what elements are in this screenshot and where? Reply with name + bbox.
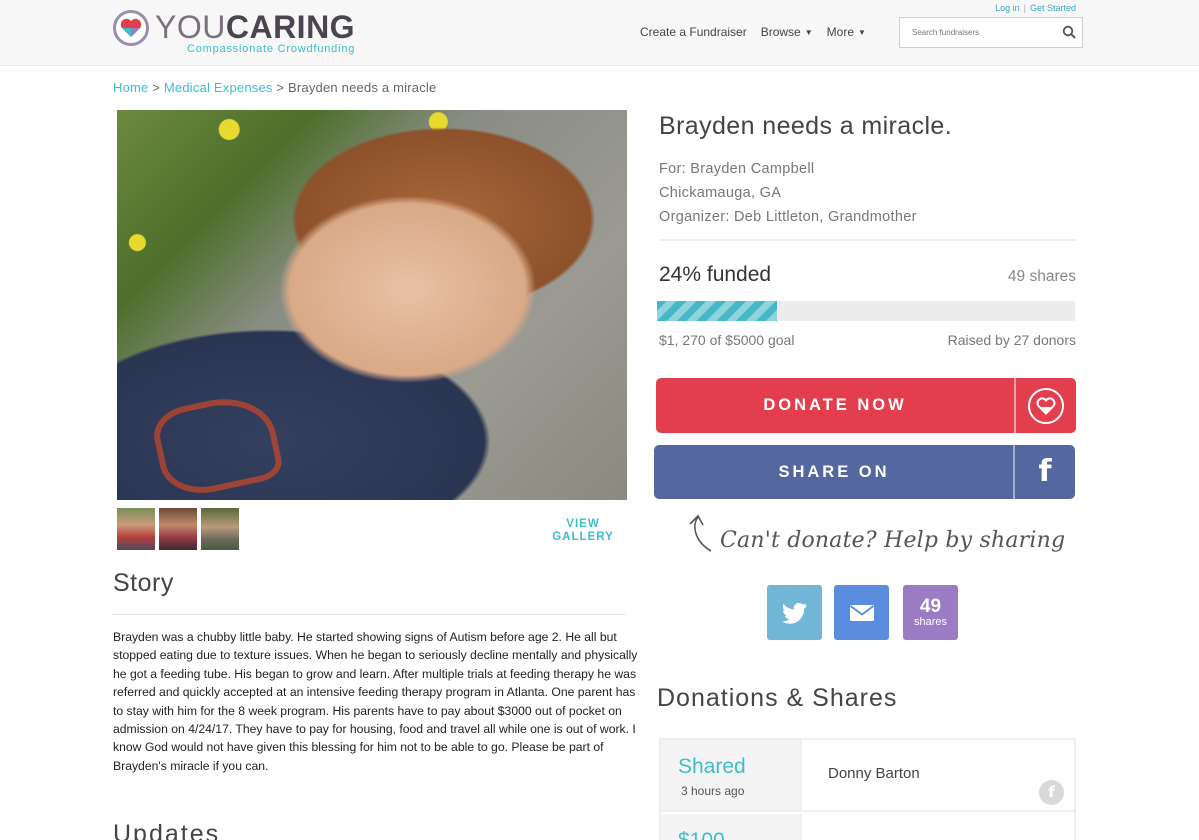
donations-heading: Donations & Shares <box>657 684 898 712</box>
organizer: Organizer: Deb Littleton, Grandmother <box>659 209 917 225</box>
youcaring-logo[interactable]: YOUCARING Compassionate Crowdfunding <box>113 10 355 55</box>
share-on-facebook-button[interactable]: SHARE ON f <box>654 445 1075 499</box>
heart-icon <box>1028 388 1064 424</box>
site-header: YOUCARING Compassionate Crowdfunding Log… <box>0 0 1199 66</box>
donations-list: Shared 3 hours ago Donny Barton f $100 <box>659 738 1076 840</box>
story-heading: Story <box>113 569 174 597</box>
location: Chickamauga, GA <box>659 185 782 201</box>
divider <box>659 239 1077 241</box>
view-gallery-line2: GALLERY <box>552 531 614 543</box>
donor-name: Donny Barton <box>828 765 920 782</box>
breadcrumb-current: Brayden needs a miracle <box>288 80 437 95</box>
funded-percent: 24% funded <box>659 263 772 286</box>
photo-thumbnails <box>117 508 243 550</box>
logo-caring: CARING <box>225 9 356 45</box>
main-nav: Create a Fundraiser Browse ▼ More ▼ <box>640 25 880 39</box>
nav-create-fundraiser[interactable]: Create a Fundraiser <box>640 25 747 39</box>
donate-now-button[interactable]: DONATE NOW <box>656 378 1076 433</box>
nav-more-label: More <box>826 25 854 39</box>
search-icon[interactable] <box>1062 25 1076 39</box>
campaign-title: Brayden needs a miracle. <box>659 112 953 140</box>
raised-amount: $1, 270 of $5000 goal <box>659 332 795 348</box>
donation-type-cell: $100 <box>661 814 802 840</box>
thumbnail-1[interactable] <box>117 508 155 550</box>
share-count-badge: 49 shares <box>903 585 958 640</box>
donor-cell: Donny Barton f <box>804 740 1076 812</box>
logo-tagline: Compassionate Crowdfunding <box>187 43 356 55</box>
donate-now-label: DONATE NOW <box>763 396 907 414</box>
nav-browse[interactable]: Browse ▼ <box>761 25 813 39</box>
logo-you: YOU <box>155 9 226 45</box>
donor-count: Raised by 27 donors <box>947 332 1076 348</box>
chevron-down-icon: ▼ <box>804 28 813 38</box>
curved-arrow-icon <box>689 514 712 552</box>
twitter-icon <box>781 602 807 624</box>
facebook-icon: f <box>1039 780 1064 805</box>
get-started-link[interactable]: Get Started <box>1030 3 1076 13</box>
view-gallery-line1: VIEW <box>566 518 600 530</box>
share-count-label: shares <box>913 615 948 628</box>
twitter-share-button[interactable] <box>767 585 822 640</box>
chevron-down-icon: ▼ <box>858 28 866 38</box>
donation-amount: $100 <box>678 829 725 840</box>
share-on-label: SHARE ON <box>778 463 890 481</box>
search-input[interactable] <box>900 18 1050 47</box>
view-gallery-link[interactable]: VIEW GALLERY <box>548 518 618 544</box>
shares-count: 49 shares <box>1007 268 1076 285</box>
donation-type: Shared <box>678 755 746 778</box>
search-box <box>899 17 1083 48</box>
campaign-photo[interactable] <box>117 110 627 500</box>
story-text: Brayden was a chubby little baby. He sta… <box>113 630 638 773</box>
breadcrumb-home[interactable]: Home <box>113 80 148 95</box>
login-link[interactable]: Log in <box>995 3 1020 13</box>
envelope-icon <box>849 604 874 621</box>
heart-logo-icon <box>113 10 149 46</box>
share-count-number: 49 <box>919 595 942 617</box>
nav-browse-label: Browse <box>760 25 801 39</box>
cant-donate-text: Can't donate? Help by sharing <box>720 528 1066 553</box>
donation-time: 3 hours ago <box>681 784 745 798</box>
breadcrumb: Home > Medical Expenses > Brayden needs … <box>113 80 437 95</box>
donation-type-cell: Shared 3 hours ago <box>661 740 802 812</box>
thumbnail-3[interactable] <box>201 508 239 550</box>
campaign-meta: For: Brayden Campbell Chickamauga, GA Or… <box>659 157 917 229</box>
progress-fill <box>657 301 778 321</box>
progress-bar <box>657 301 1075 321</box>
beneficiary: For: Brayden Campbell <box>659 161 815 177</box>
account-links: Log in | Get Started <box>995 3 1076 13</box>
email-share-button[interactable] <box>834 585 889 640</box>
divider <box>113 614 625 615</box>
updates-heading: Updates <box>113 820 221 840</box>
thumbnail-2[interactable] <box>159 508 197 550</box>
facebook-icon: f <box>1038 454 1052 489</box>
nav-more[interactable]: More ▼ <box>827 25 866 39</box>
breadcrumb-category[interactable]: Medical Expenses <box>164 80 273 95</box>
